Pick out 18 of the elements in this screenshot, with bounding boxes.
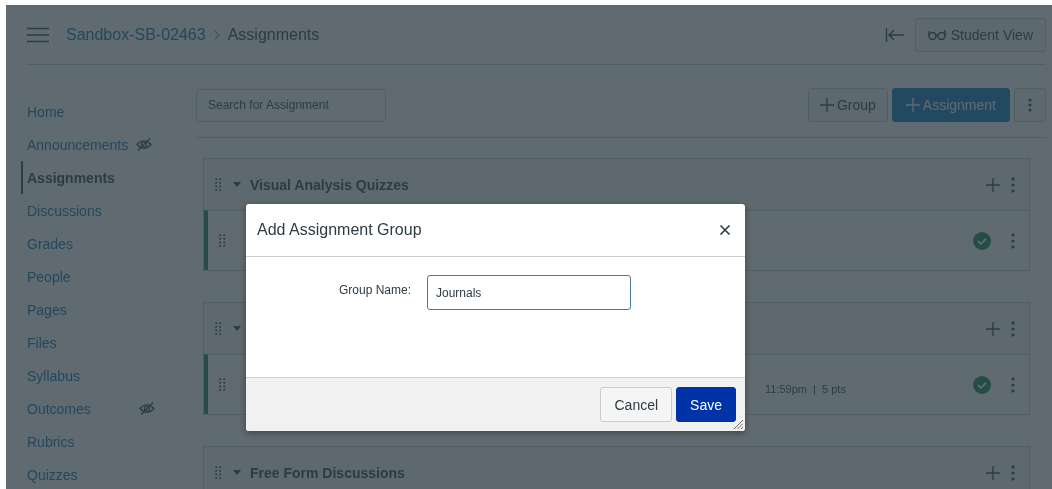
sidebar-link[interactable]: Syllabus: [27, 367, 80, 384]
save-button[interactable]: Save: [676, 387, 736, 422]
sidebar-link[interactable]: Quizzes: [27, 466, 78, 483]
dialog-title: Add Assignment Group: [257, 221, 422, 239]
sidebar-link[interactable]: Discussions: [27, 202, 102, 219]
breadcrumb-link[interactable]: Sandbox-SB-02463: [66, 25, 206, 44]
group-name-field[interactable]: Journals: [427, 275, 631, 310]
resize-handle-icon[interactable]: [733, 419, 743, 429]
field-label: Group Name:: [337, 282, 411, 297]
sidebar-link[interactable]: Rubrics: [27, 433, 75, 450]
sidebar-link[interactable]: Outcomes: [27, 400, 91, 417]
sidebar-link[interactable]: Home: [27, 103, 65, 120]
sidebar-link[interactable]: Grades: [27, 235, 73, 252]
sidebar-link[interactable]: Files: [27, 334, 57, 351]
sidebar-link[interactable]: Pages: [27, 301, 67, 318]
sidebar-link[interactable]: Announcements: [27, 136, 129, 153]
cancel-button[interactable]: Cancel: [600, 387, 673, 422]
sidebar-link[interactable]: People: [27, 268, 71, 285]
